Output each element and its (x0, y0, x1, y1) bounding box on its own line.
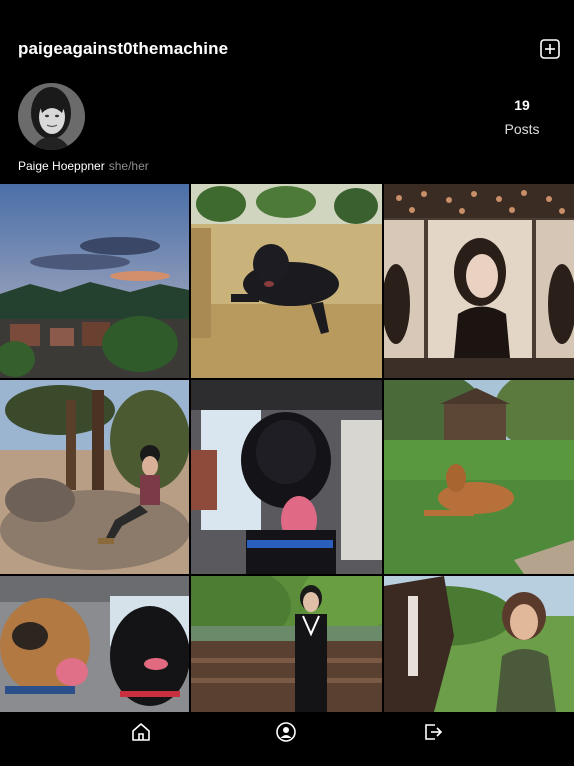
logout-icon (425, 724, 443, 740)
profile-icon (276, 722, 296, 742)
posts-count: 19 (514, 97, 530, 113)
posts-stat: 19 Posts (496, 97, 548, 137)
username: paigeagainst0themachine (18, 39, 229, 58)
post-tile[interactable] (384, 184, 574, 378)
post-tile[interactable] (0, 184, 189, 378)
tab-home[interactable] (130, 721, 152, 743)
home-icon (132, 723, 150, 741)
post-tile[interactable] (0, 380, 189, 574)
display-name: Paige Hoeppner (18, 159, 105, 173)
posts-label: Posts (504, 121, 540, 137)
tab-profile[interactable] (275, 721, 297, 743)
add-post-button[interactable] (539, 38, 561, 60)
post-tile[interactable] (384, 576, 574, 712)
avatar[interactable] (18, 83, 85, 150)
post-tile[interactable] (191, 576, 382, 712)
profile-header: paigeagainst0themachine Paige Hoeppner sh… (0, 0, 574, 184)
bottom-tab-bar (0, 712, 574, 766)
post-tile[interactable] (384, 380, 574, 574)
post-tile[interactable] (0, 576, 189, 712)
post-tile[interactable] (191, 380, 382, 574)
plus-square-icon (540, 39, 560, 59)
post-tile[interactable] (191, 184, 382, 378)
display-name-row: Paige Hoeppner she/her (18, 159, 149, 173)
pronouns: she/her (108, 159, 149, 173)
post-grid (0, 184, 574, 712)
tab-logout[interactable] (422, 721, 444, 743)
